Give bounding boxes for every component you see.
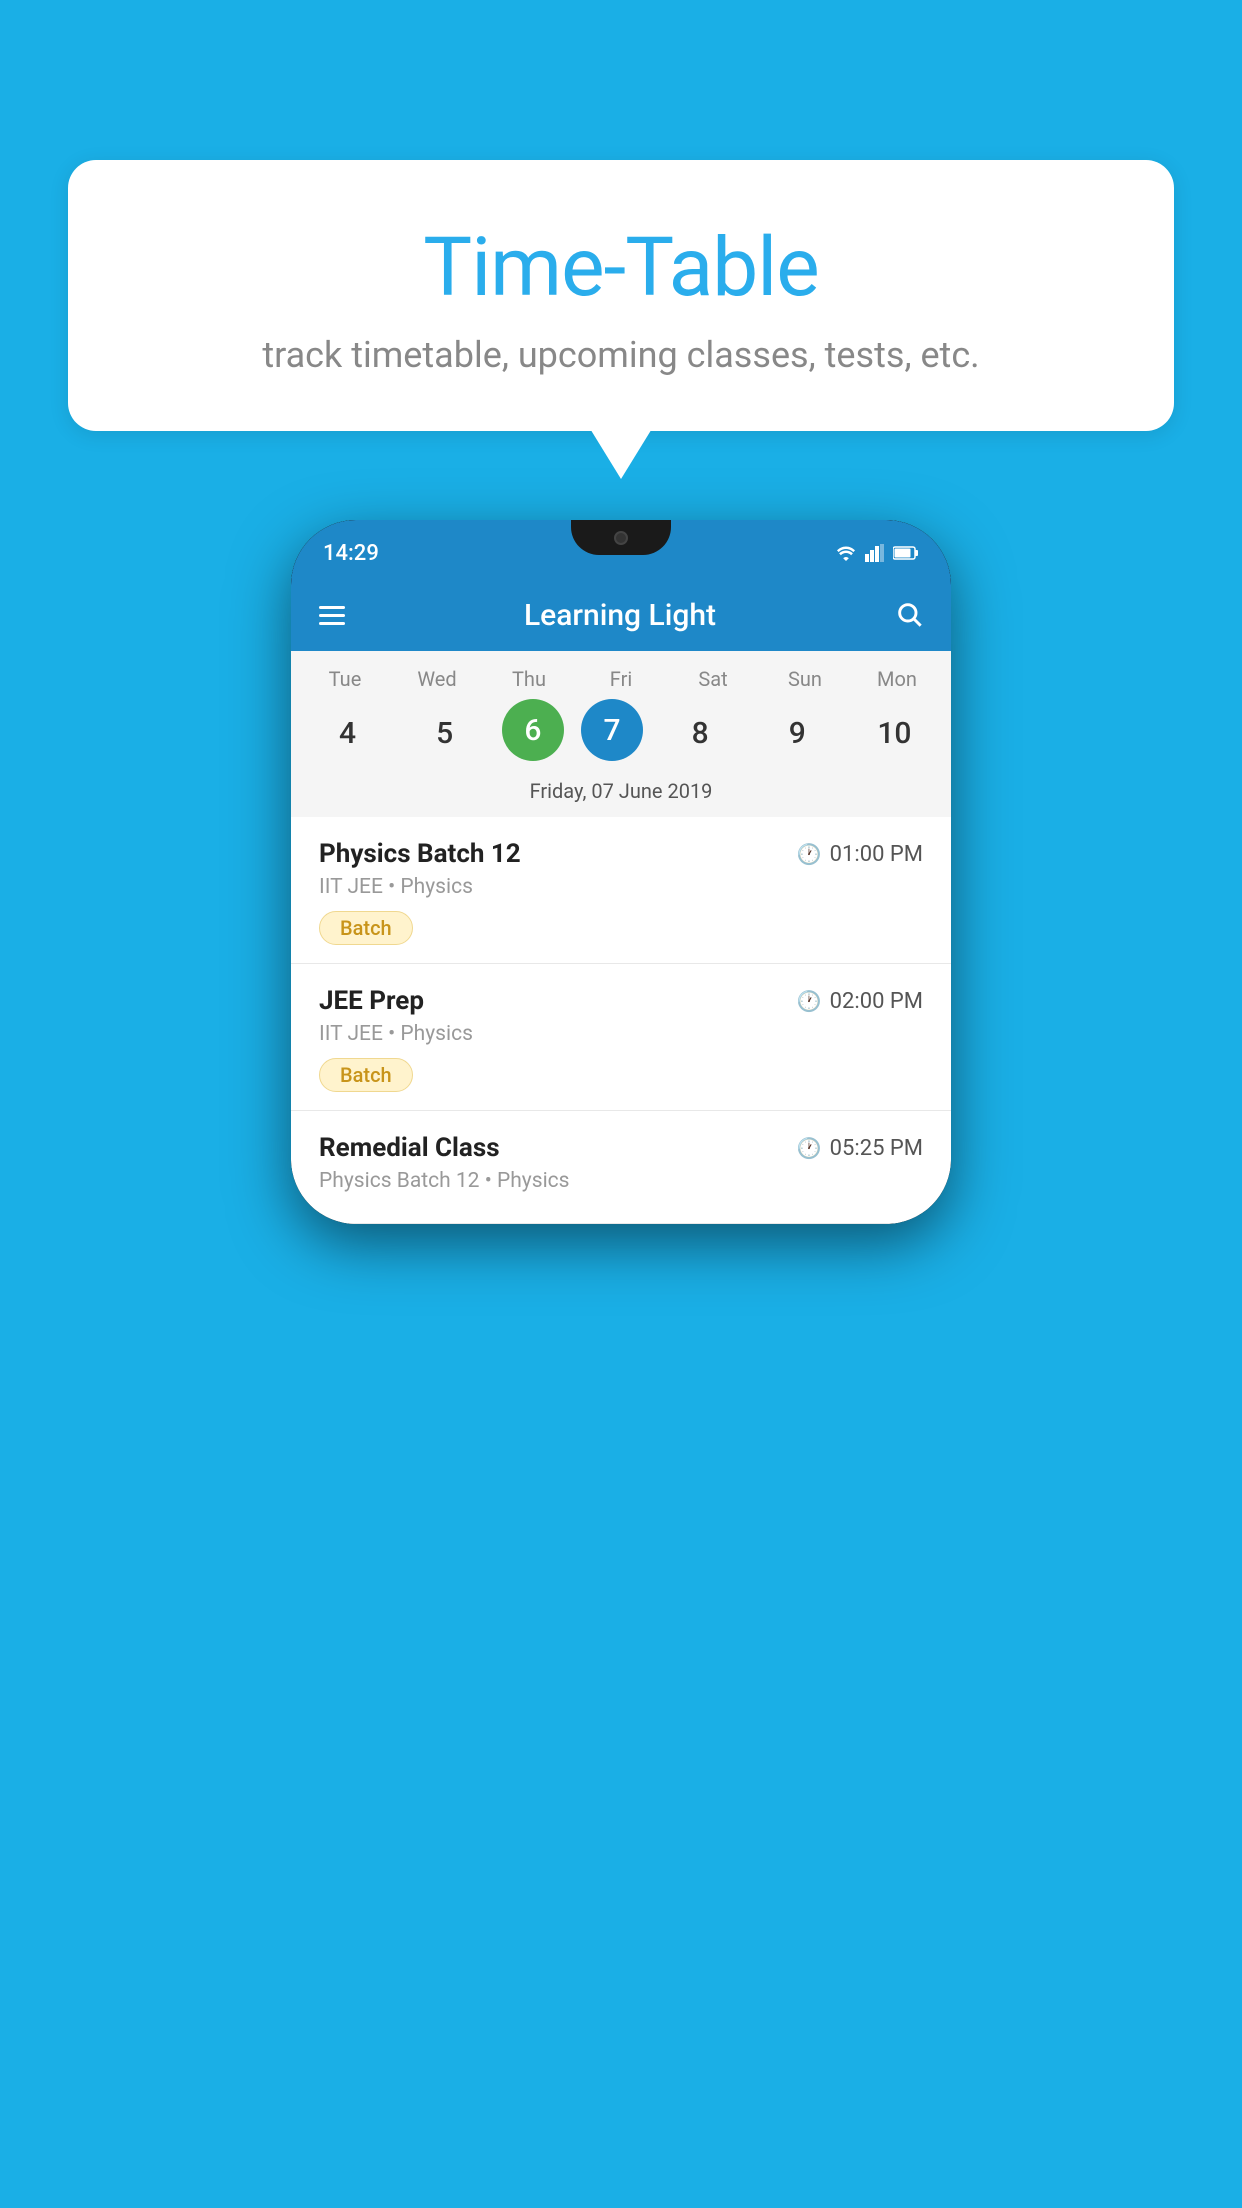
day-sat: Sat [673, 667, 753, 691]
classes-list: Physics Batch 12 🕐 01:00 PM IIT JEE • Ph… [291, 817, 951, 1224]
class-time-2: 🕐 02:00 PM [797, 989, 923, 1014]
calendar-header: Tue Wed Thu Fri Sat Sun Mon 4 5 6 7 8 9 … [291, 651, 951, 817]
class-meta-1: IIT JEE • Physics [319, 875, 923, 899]
class-item-2[interactable]: JEE Prep 🕐 02:00 PM IIT JEE • Physics Ba… [291, 964, 951, 1111]
signal-icon [865, 544, 885, 562]
class-item-3[interactable]: Remedial Class 🕐 05:25 PM Physics Batch … [291, 1111, 951, 1224]
wifi-icon [835, 544, 857, 562]
day-sun: Sun [765, 667, 845, 691]
class-meta-2: IIT JEE • Physics [319, 1022, 923, 1046]
day-tue: Tue [305, 667, 385, 691]
status-time: 14:29 [323, 541, 379, 566]
dates-row: 4 5 6 7 8 9 10 [299, 699, 943, 767]
day-wed: Wed [397, 667, 477, 691]
clock-icon-1: 🕐 [797, 842, 822, 866]
status-bar: 14:29 [291, 520, 951, 580]
phone-container: 14:29 [291, 520, 951, 1224]
batch-badge-2: Batch [319, 1058, 413, 1092]
clock-icon-2: 🕐 [797, 989, 822, 1013]
class-time-text-1: 01:00 PM [830, 842, 923, 867]
class-name-2: JEE Prep [319, 986, 424, 1016]
days-row: Tue Wed Thu Fri Sat Sun Mon [299, 667, 943, 691]
date-6-today[interactable]: 6 [502, 699, 564, 761]
notch [571, 520, 671, 555]
camera-dot [614, 531, 628, 545]
day-thu: Thu [489, 667, 569, 691]
date-7-selected[interactable]: 7 [581, 699, 643, 761]
date-9[interactable]: 9 [757, 699, 837, 767]
date-8[interactable]: 8 [660, 699, 740, 767]
selected-date-label: Friday, 07 June 2019 [299, 779, 943, 817]
bubble-title: Time-Table [108, 220, 1134, 316]
search-icon [895, 600, 923, 628]
class-item-header-1: Physics Batch 12 🕐 01:00 PM [319, 839, 923, 869]
class-item-1[interactable]: Physics Batch 12 🕐 01:00 PM IIT JEE • Ph… [291, 817, 951, 964]
class-name-1: Physics Batch 12 [319, 839, 521, 869]
clock-icon-3: 🕐 [797, 1136, 822, 1160]
day-fri: Fri [581, 667, 661, 691]
batch-badge-1: Batch [319, 911, 413, 945]
menu-button[interactable] [319, 606, 345, 625]
class-item-header-3: Remedial Class 🕐 05:25 PM [319, 1133, 923, 1163]
class-time-1: 🕐 01:00 PM [797, 842, 923, 867]
battery-icon [893, 545, 919, 561]
day-mon: Mon [857, 667, 937, 691]
class-time-text-3: 05:25 PM [830, 1136, 923, 1161]
date-4[interactable]: 4 [308, 699, 388, 767]
app-header: Learning Light [291, 580, 951, 651]
app-title: Learning Light [369, 598, 871, 633]
date-5[interactable]: 5 [405, 699, 485, 767]
search-button[interactable] [895, 600, 923, 632]
class-name-3: Remedial Class [319, 1133, 500, 1163]
date-10[interactable]: 10 [854, 699, 934, 767]
class-time-3: 🕐 05:25 PM [797, 1136, 923, 1161]
speech-bubble: Time-Table track timetable, upcoming cla… [68, 160, 1174, 431]
status-icons [835, 544, 919, 562]
speech-bubble-container: Time-Table track timetable, upcoming cla… [68, 160, 1174, 431]
bubble-subtitle: track timetable, upcoming classes, tests… [108, 334, 1134, 376]
class-meta-3: Physics Batch 12 • Physics [319, 1169, 923, 1193]
phone-outer: 14:29 [291, 520, 951, 1224]
class-time-text-2: 02:00 PM [830, 989, 923, 1014]
phone-screen: 14:29 [291, 520, 951, 1224]
class-item-header-2: JEE Prep 🕐 02:00 PM [319, 986, 923, 1016]
